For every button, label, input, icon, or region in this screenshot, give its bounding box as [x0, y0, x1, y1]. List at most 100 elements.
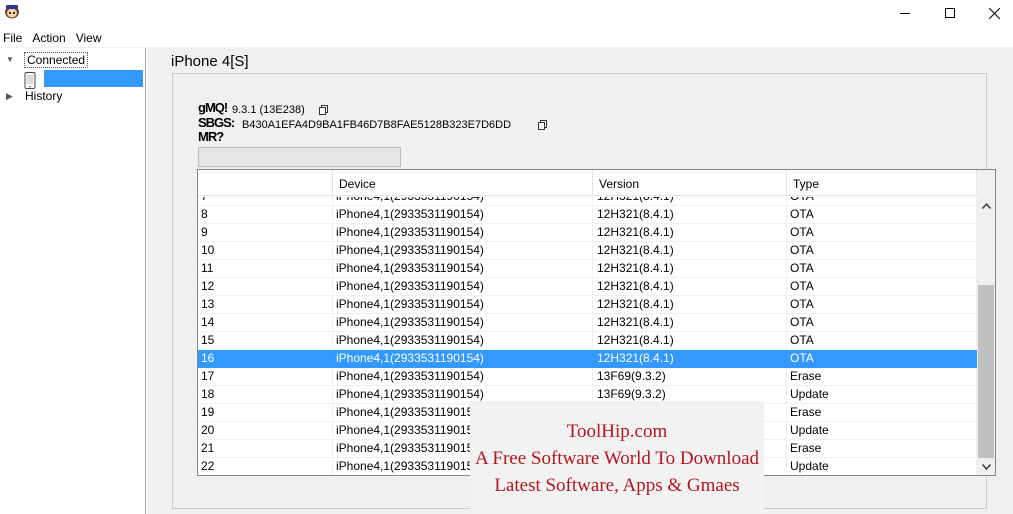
- scroll-down-button[interactable]: [977, 458, 995, 475]
- selected-device-item[interactable]: [44, 70, 143, 87]
- maximize-icon: [944, 8, 955, 18]
- info-value-version: 9.3.1 (13E238): [232, 104, 305, 116]
- watermark-line-2: A Free Software World To Download: [474, 448, 760, 469]
- cell-version: 12H321(8.4.1): [593, 206, 787, 224]
- cell-index: 15: [198, 332, 333, 350]
- cell-index: 13: [198, 296, 333, 314]
- watermark-line-3: Latest Software, Apps & Gmaes: [494, 475, 740, 496]
- cell-index: 22: [198, 458, 333, 475]
- page-title: iPhone 4[S]: [171, 53, 249, 70]
- cell-type: Update: [787, 458, 977, 475]
- cell-index: 18: [198, 386, 333, 404]
- cell-version: 12H321(8.4.1): [593, 260, 787, 278]
- cell-index: 14: [198, 314, 333, 332]
- info-key-mr: MR?: [198, 129, 224, 144]
- column-header-version[interactable]: Version: [593, 170, 787, 196]
- close-icon: [989, 7, 1000, 19]
- cell-type: OTA: [787, 242, 977, 260]
- cell-version: 12H321(8.4.1): [593, 314, 787, 332]
- cell-type: OTA: [787, 296, 977, 314]
- menu-bar: File Action View: [0, 28, 1013, 46]
- title-bar: [0, 0, 1013, 26]
- tree-label-connected: Connected: [24, 52, 89, 68]
- cell-version: 12H321(8.4.1): [593, 278, 787, 296]
- collapsed-arrow-icon[interactable]: ▶: [6, 87, 16, 105]
- watermark-line-1: ToolHip.com: [566, 421, 668, 442]
- table-row[interactable]: 14 iPhone4,1(2933531190154) 12H321(8.4.1) O…: [198, 314, 977, 332]
- cell-version: 12H321(8.4.1): [593, 332, 787, 350]
- cell-index: 9: [198, 224, 333, 242]
- table-row[interactable]: 7iPhone4,1(2933531190154)12H321(8.4.1)OT…: [198, 197, 977, 206]
- table-row[interactable]: 12 iPhone4,1(2933531190154) 12H321(8.4.1) O…: [198, 278, 977, 296]
- cell-version: 12H321(8.4.1): [593, 224, 787, 242]
- cell-device: iPhone4,1(2933531190154): [333, 197, 593, 206]
- cell-index: 10: [198, 242, 333, 260]
- chevron-down-icon: [981, 463, 991, 470]
- cell-device: iPhone4,1(2933531190154): [333, 278, 593, 296]
- cell-type: Erase: [787, 404, 977, 422]
- cell-version: 12H321(8.4.1): [593, 350, 787, 368]
- cell-index: 12: [198, 278, 333, 296]
- info-value-hash: B430A1EFA4D9BA1FB46D7B8FAE5128B323E7D6DD: [242, 119, 512, 131]
- cell-device: iPhone4,1(2933531190154): [333, 314, 593, 332]
- column-header-type[interactable]: Type: [787, 170, 977, 196]
- tree-node-history[interactable]: ▶ History: [0, 87, 146, 105]
- scroll-up-button[interactable]: [977, 197, 995, 214]
- table-row[interactable]: 9 iPhone4,1(2933531190154) 12H321(8.4.1) OT…: [198, 224, 977, 242]
- vertical-scrollbar[interactable]: [977, 170, 995, 475]
- cell-index: 20: [198, 422, 333, 440]
- cell-type: OTA: [787, 260, 977, 278]
- cell-type: OTA: [787, 224, 977, 242]
- progress-bar: [198, 147, 401, 167]
- cell-device: iPhone4,1(2933531190154): [333, 368, 593, 386]
- cell-type: Update: [787, 386, 977, 404]
- cell-type: OTA: [787, 314, 977, 332]
- cell-version: 12H321(8.4.1): [593, 296, 787, 314]
- menu-file[interactable]: File: [0, 28, 28, 46]
- watermark: ToolHip.com A Free Software World To Dow…: [470, 401, 764, 514]
- cell-device: iPhone4,1(2933531190154): [333, 224, 593, 242]
- menu-view[interactable]: View: [72, 28, 108, 46]
- tree-node-connected[interactable]: ▼ Connected: [0, 50, 146, 68]
- minimize-button[interactable]: [882, 0, 927, 26]
- table-row[interactable]: 17 iPhone4,1(2933531190154) 13F69(9.3.2) Er…: [198, 368, 977, 386]
- cell-type: OTA: [787, 206, 977, 224]
- cell-device: iPhone4,1(2933531190154): [333, 296, 593, 314]
- cell-version: 12H321(8.4.1): [593, 197, 787, 206]
- copy-icon[interactable]: [319, 105, 328, 115]
- table-row[interactable]: 15 iPhone4,1(2933531190154) 12H321(8.4.1) O…: [198, 332, 977, 350]
- info-key-hash: SBGS:: [198, 115, 235, 130]
- cell-device: iPhone4,1(2933531190154): [333, 332, 593, 350]
- device-tree[interactable]: ▼ Connected ▶ History: [0, 48, 146, 514]
- cell-index: 8: [198, 206, 333, 224]
- cell-version: 13F69(9.3.2): [593, 368, 787, 386]
- list-header: Device Version Type: [198, 170, 977, 196]
- phone-icon: [24, 72, 36, 89]
- close-button[interactable]: [972, 0, 1013, 26]
- cell-index: 16: [198, 350, 333, 368]
- table-row[interactable]: 13 iPhone4,1(2933531190154) 12H321(8.4.1) O…: [198, 296, 977, 314]
- column-header-device[interactable]: Device: [333, 170, 593, 196]
- copy-icon[interactable]: [538, 120, 547, 130]
- expanded-arrow-icon[interactable]: ▼: [6, 51, 16, 69]
- cell-device: iPhone4,1(2933531190154): [333, 206, 593, 224]
- cell-type: OTA: [787, 332, 977, 350]
- table-row[interactable]: 11 iPhone4,1(2933531190154) 12H321(8.4.1) O…: [198, 260, 977, 278]
- cell-type: OTA: [787, 350, 977, 368]
- column-header-index[interactable]: [198, 170, 333, 196]
- table-row[interactable]: 16 iPhone4,1(2933531190154) 12H321(8.4.1) O…: [198, 350, 977, 368]
- table-row[interactable]: 8 iPhone4,1(2933531190154) 12H321(8.4.1) OT…: [198, 206, 977, 224]
- table-row[interactable]: 10 iPhone4,1(2933531190154) 12H321(8.4.1) O…: [198, 242, 977, 260]
- maximize-button[interactable]: [927, 0, 972, 26]
- cell-type: Update: [787, 422, 977, 440]
- cell-type: OTA: [787, 278, 977, 296]
- app-icon: [5, 5, 19, 19]
- cell-version: 12H321(8.4.1): [593, 242, 787, 260]
- cell-device: iPhone4,1(2933531190154): [333, 260, 593, 278]
- cell-index: 19: [198, 404, 333, 422]
- minimize-icon: [899, 13, 910, 14]
- menu-action[interactable]: Action: [28, 28, 71, 46]
- tree-label-history: History: [25, 89, 63, 103]
- scroll-thumb[interactable]: [978, 285, 994, 458]
- cell-device: iPhone4,1(2933531190154): [333, 350, 593, 368]
